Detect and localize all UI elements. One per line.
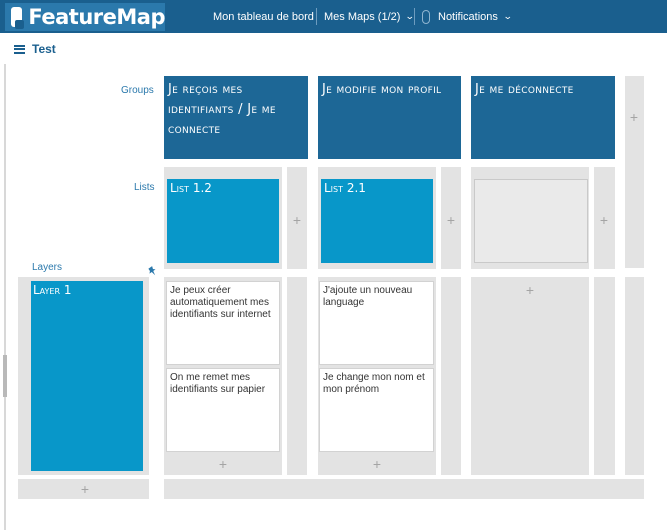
board-frame-border [4, 64, 6, 530]
groups-row-label: Groups [121, 85, 154, 96]
story-card[interactable]: On me remet mes identifiants sur papier [166, 368, 280, 452]
add-list-column[interactable]: + [287, 167, 307, 269]
layers-row-label: Layers [32, 262, 63, 273]
add-list-column[interactable]: + [441, 167, 461, 269]
lists-row-label: Lists [134, 182, 155, 193]
group-card[interactable]: Je me déconnecte [471, 76, 615, 159]
add-story-plus-icon[interactable]: + [370, 457, 384, 471]
group-title: Je reçois mes identifiants / Je me conne… [168, 82, 276, 137]
story-card[interactable]: Je peux créer automatiquement mes identi… [166, 281, 280, 365]
add-list-plus-icon: + [292, 212, 302, 228]
board-title[interactable]: Test [14, 42, 56, 56]
featuremap-logo[interactable]: FeatureMap [5, 3, 165, 31]
board-title-text: Test [32, 42, 56, 56]
add-story-plus-icon[interactable]: + [216, 457, 230, 471]
layer-title: Layer 1 [33, 283, 72, 297]
group-title: Je modifie mon profil [322, 82, 442, 97]
add-layer-row[interactable]: + [18, 479, 149, 499]
notification-count-icon [422, 9, 430, 24]
list-card[interactable]: List 1.2 [167, 179, 279, 263]
add-group-column[interactable]: + [625, 76, 644, 268]
nav-maps-dropdown[interactable]: Mes Maps (1/2) ⌄ [324, 0, 415, 33]
empty-list-slot[interactable] [474, 179, 588, 263]
list-card[interactable]: List 2.1 [321, 179, 433, 263]
group-title: Je me déconnecte [475, 82, 574, 97]
nav-dashboard[interactable]: Mon tableau de bord [213, 0, 314, 33]
layer-card[interactable]: Layer 1 [31, 281, 143, 471]
list-icon [14, 44, 25, 54]
add-list-plus-icon: + [599, 212, 609, 228]
story-spacer-column [441, 277, 461, 475]
story-text: J'ajoute un nouveau language [323, 285, 413, 308]
top-bar: FeatureMap Mon tableau de bord Mes Maps … [0, 0, 667, 33]
nav-maps-label: Mes Maps (1/2) [324, 10, 401, 23]
nav-separator [316, 8, 317, 25]
bottom-row-bg [164, 479, 644, 499]
nav-notifications-dropdown[interactable]: Notifications ⌄ [422, 0, 513, 33]
list-title: List 2.1 [324, 181, 366, 195]
add-list-plus-icon: + [446, 212, 456, 228]
story-spacer-column [287, 277, 307, 475]
logo-icon [11, 7, 25, 29]
logo-text: FeatureMap [28, 5, 165, 29]
add-list-column[interactable]: + [594, 167, 615, 269]
add-story-plus-icon: + [525, 282, 535, 298]
group-card[interactable]: Je reçois mes identifiants / Je me conne… [164, 76, 308, 159]
add-layer-plus-icon: + [80, 481, 90, 497]
add-group-plus-icon: + [629, 109, 639, 125]
story-text: On me remet mes identifiants sur papier [170, 372, 266, 395]
group-card[interactable]: Je modifie mon profil [318, 76, 461, 159]
scrollbar-thumb[interactable] [3, 355, 7, 397]
nav-separator [414, 8, 415, 25]
nav-dashboard-label: Mon tableau de bord [213, 10, 314, 23]
story-card[interactable]: J'ajoute un nouveau language [319, 281, 434, 365]
story-spacer-column [594, 277, 615, 475]
story-column-bg[interactable]: + [471, 277, 589, 475]
story-text: Je peux créer automatiquement mes identi… [170, 285, 271, 320]
list-title: List 1.2 [170, 181, 212, 195]
story-text: Je change mon nom et mon prénom [323, 372, 425, 395]
pin-icon[interactable] [147, 266, 158, 277]
story-card[interactable]: Je change mon nom et mon prénom [319, 368, 434, 452]
chevron-down-icon: ⌄ [502, 11, 513, 21]
story-spacer-column [625, 277, 644, 475]
nav-notifications-label: Notifications [438, 10, 498, 23]
